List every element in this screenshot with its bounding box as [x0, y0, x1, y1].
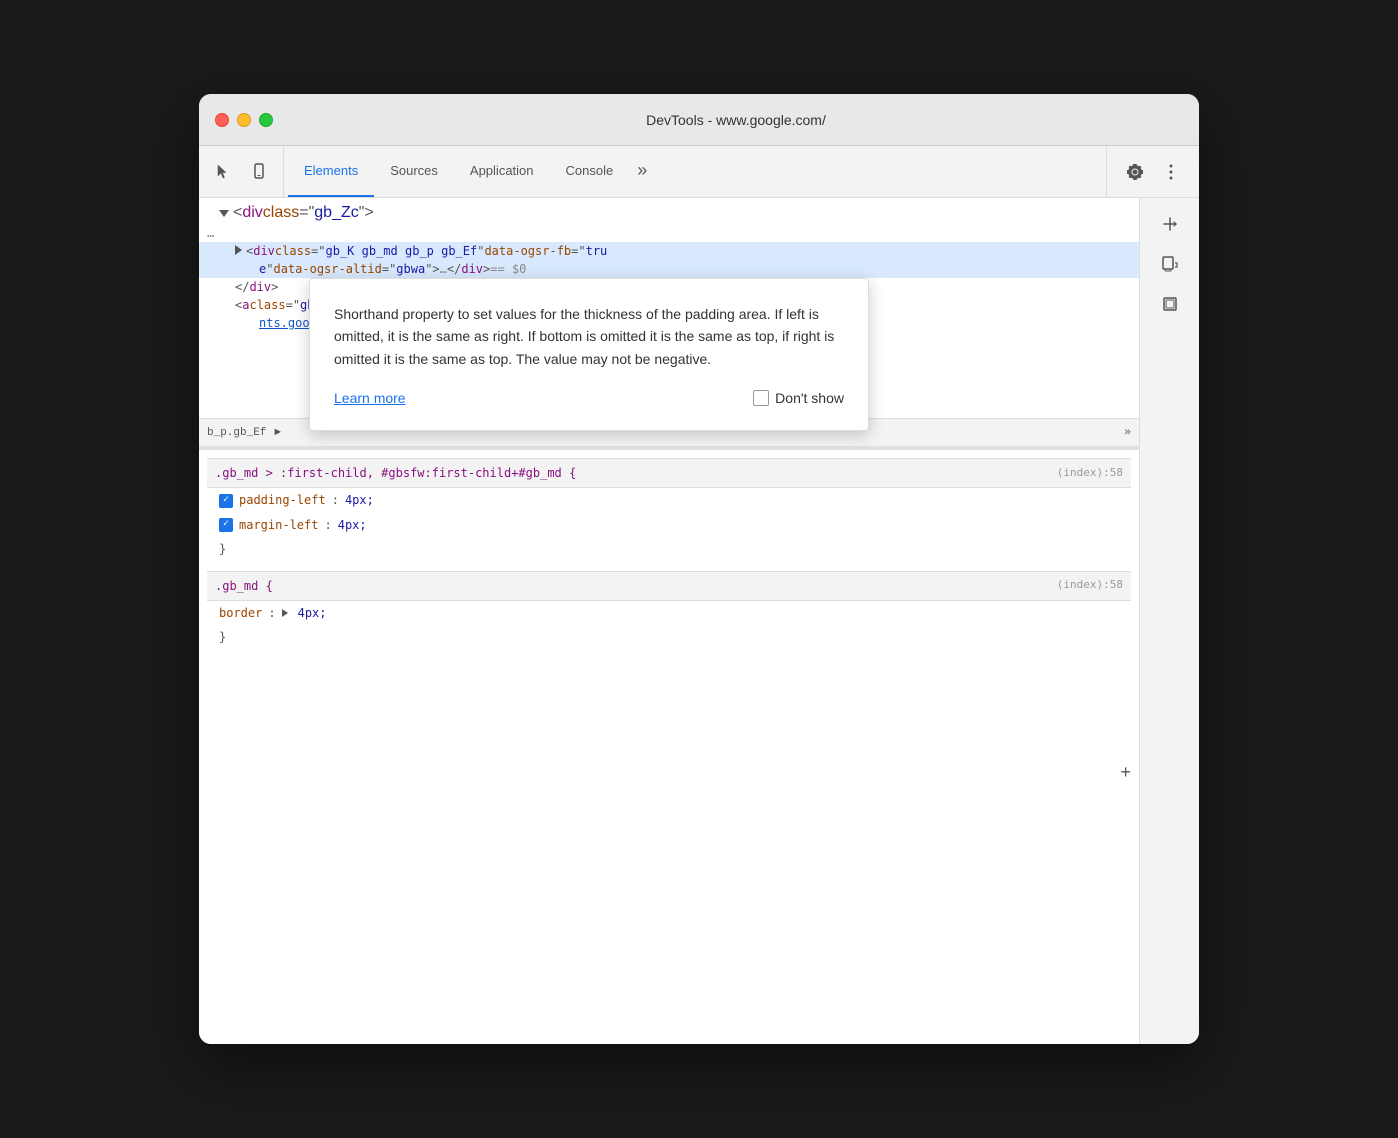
learn-more-link[interactable]: Learn more: [334, 390, 406, 406]
html-row-1[interactable]: <div class="gb_Zc">: [199, 202, 1139, 224]
css-rule-padding-left: ✓ padding-left: 4px;: [207, 488, 1131, 512]
css-line-number-2: (index):58: [1057, 576, 1123, 595]
devtools-tabs: Elements Sources Application Console »: [284, 146, 1106, 197]
css-rule-margin-left: ✓ margin-left: 4px;: [207, 513, 1131, 537]
css-rule-border: border: 4px;: [207, 601, 1131, 625]
tab-application[interactable]: Application: [454, 146, 550, 197]
traffic-lights: [215, 113, 273, 127]
css-panel: .gb_md > :first-child, #gbsfw:first-chil…: [199, 450, 1139, 830]
html-row-dots: …: [199, 224, 1139, 242]
dont-show-checkbox[interactable]: [753, 390, 769, 406]
collapse-triangle: [219, 210, 229, 217]
dont-show-container: Don't show: [753, 390, 844, 406]
tooltip-popup: Shorthand property to set values for the…: [309, 278, 869, 431]
tooltip-description: Shorthand property to set values for the…: [334, 303, 844, 370]
tooltip-footer: Learn more Don't show: [334, 390, 844, 406]
css-selector-1: .gb_md > :first-child, #gbsfw:first-chil…: [215, 463, 576, 483]
right-panel: [1139, 198, 1199, 1044]
devtools-toolbar: Elements Sources Application Console »: [199, 146, 1199, 198]
close-button[interactable]: [215, 113, 229, 127]
html-row-selected[interactable]: <div class="gb_K gb_md gb_p gb_Ef" data-…: [199, 242, 1139, 260]
minimize-button[interactable]: [237, 113, 251, 127]
cursor-icon[interactable]: [207, 156, 239, 188]
title-bar: DevTools - www.google.com/: [199, 94, 1199, 146]
tab-sources[interactable]: Sources: [374, 146, 454, 197]
more-tabs-button[interactable]: »: [629, 146, 655, 197]
main-content: <div class="gb_Zc"> … <div class="gb_K g…: [199, 198, 1199, 1044]
css-section-header-1: .gb_md > :first-child, #gbsfw:first-chil…: [207, 458, 1131, 488]
dots-indicator: …: [207, 226, 214, 240]
window-title: DevTools - www.google.com/: [289, 112, 1183, 128]
html-row-selected-cont: e" data-ogsr-alt id="gbwa"> … </div> == …: [199, 260, 1139, 278]
expand-triangle: [235, 245, 242, 255]
tab-console[interactable]: Console: [550, 146, 630, 197]
expand-border-value[interactable]: [282, 609, 288, 617]
css-close-brace-1: }: [207, 537, 1131, 562]
css-close-brace-2: }: [207, 625, 1131, 650]
add-css-rule-button[interactable]: +: [1120, 759, 1131, 790]
css-section-header-2: .gb_md { (index):58: [207, 571, 1131, 601]
css-checkbox-padding[interactable]: ✓: [219, 494, 233, 508]
css-line-number-1: (index):58: [1057, 464, 1123, 483]
add-icon[interactable]: [1152, 206, 1188, 242]
toolbar-right-icons: [1106, 146, 1199, 197]
paint-icon[interactable]: [1152, 246, 1188, 282]
dont-show-label: Don't show: [775, 390, 844, 406]
devtools-window: DevTools - www.google.com/ Elements Sour: [199, 94, 1199, 1044]
settings-icon[interactable]: [1119, 156, 1151, 188]
css-checkbox-margin[interactable]: ✓: [219, 518, 233, 532]
css-selector-2: .gb_md {: [215, 576, 273, 596]
more-options-icon[interactable]: [1155, 156, 1187, 188]
layers-icon[interactable]: [1152, 286, 1188, 322]
mobile-icon[interactable]: [243, 156, 275, 188]
maximize-button[interactable]: [259, 113, 273, 127]
tab-elements[interactable]: Elements: [288, 146, 374, 197]
toolbar-icons: [199, 146, 284, 197]
